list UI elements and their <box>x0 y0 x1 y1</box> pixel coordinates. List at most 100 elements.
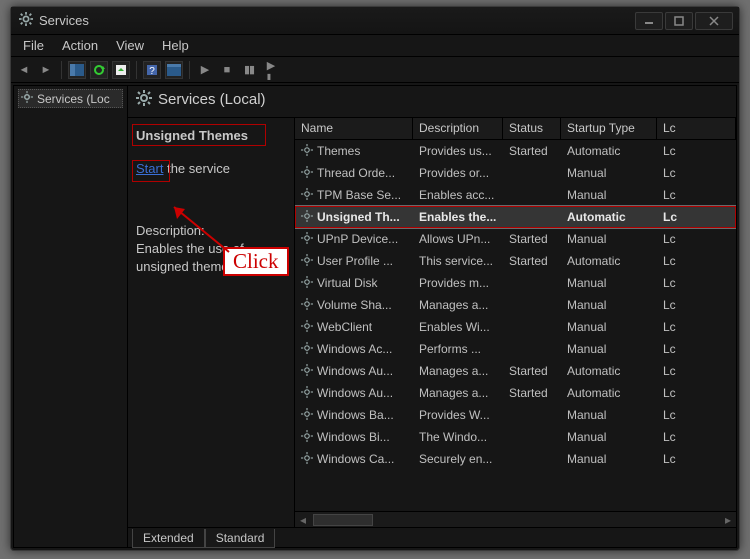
table-row[interactable]: Windows Au...Manages a...StartedAutomati… <box>295 360 736 382</box>
menu-view[interactable]: View <box>108 36 152 55</box>
tab-standard[interactable]: Standard <box>205 529 276 548</box>
gear-icon <box>301 408 313 423</box>
cell-name: Virtual Disk <box>295 276 413 291</box>
right-pane: Services (Local) Unsigned Themes Start t… <box>128 86 736 547</box>
cell-startup: Manual <box>561 342 657 356</box>
minimize-button[interactable] <box>635 12 663 30</box>
gear-icon <box>301 298 313 313</box>
cell-name: TPM Base Se... <box>295 188 413 203</box>
cell-name: UPnP Device... <box>295 232 413 247</box>
table-row[interactable]: Volume Sha...Manages a...ManualLc <box>295 294 736 316</box>
cell-startup: Automatic <box>561 144 657 158</box>
cell-description: The Windo... <box>413 430 503 444</box>
table-row[interactable]: Windows Au...Manages a...StartedAutomati… <box>295 382 736 404</box>
table-row[interactable]: User Profile ...This service...StartedAu… <box>295 250 736 272</box>
col-description[interactable]: Description <box>413 118 503 139</box>
cell-description: Performs ... <box>413 342 503 356</box>
cell-description: Provides or... <box>413 166 503 180</box>
horizontal-scrollbar[interactable]: ◂ ▸ <box>295 511 736 527</box>
menu-help[interactable]: Help <box>154 36 197 55</box>
back-button[interactable]: ◄ <box>15 61 33 79</box>
cell-status: Started <box>503 254 561 268</box>
cell-logon: Lc <box>657 320 736 334</box>
cell-name: Windows Ba... <box>295 408 413 423</box>
table-row[interactable]: Thread Orde...Provides or...ManualLc <box>295 162 736 184</box>
service-list: Name Description Status Startup Type Lc … <box>294 118 736 527</box>
properties-button[interactable] <box>165 61 183 79</box>
help-button[interactable]: ? <box>143 61 161 79</box>
cell-status: Started <box>503 386 561 400</box>
stop-service-button[interactable]: ■ <box>218 61 236 79</box>
service-description: Description: Enables the use of unsigned… <box>136 222 286 277</box>
cell-description: Manages a... <box>413 386 503 400</box>
cell-startup: Manual <box>561 276 657 290</box>
cell-startup: Automatic <box>561 364 657 378</box>
cell-logon: Lc <box>657 188 736 202</box>
cell-name: Thread Orde... <box>295 166 413 181</box>
tree-item-services-local[interactable]: Services (Loc <box>18 89 123 108</box>
cell-status: Started <box>503 144 561 158</box>
table-row[interactable]: TPM Base Se...Enables acc...ManualLc <box>295 184 736 206</box>
start-service-rest: the service <box>163 161 229 176</box>
details-pane-button[interactable] <box>68 61 86 79</box>
refresh-button[interactable] <box>90 61 108 79</box>
export-button[interactable] <box>112 61 130 79</box>
scroll-right-arrow[interactable]: ▸ <box>720 513 736 527</box>
cell-logon: Lc <box>657 430 736 444</box>
col-logon[interactable]: Lc <box>657 118 736 139</box>
cell-description: Provides us... <box>413 144 503 158</box>
titlebar[interactable]: Services <box>11 7 739 35</box>
cell-startup: Manual <box>561 408 657 422</box>
forward-button[interactable]: ► <box>37 61 55 79</box>
rows-container[interactable]: ThemesProvides us...StartedAutomaticLcTh… <box>295 140 736 511</box>
table-row[interactable]: UPnP Device...Allows UPn...StartedManual… <box>295 228 736 250</box>
menu-file[interactable]: File <box>15 36 52 55</box>
table-row[interactable]: ThemesProvides us...StartedAutomaticLc <box>295 140 736 162</box>
restart-service-button[interactable]: ▶▮ <box>262 61 280 79</box>
scroll-left-arrow[interactable]: ◂ <box>295 513 311 527</box>
cell-description: Allows UPn... <box>413 232 503 246</box>
tree-pane[interactable]: Services (Loc <box>14 86 128 547</box>
cell-description: Manages a... <box>413 298 503 312</box>
tab-extended[interactable]: Extended <box>132 529 205 548</box>
menubar: File Action View Help <box>11 35 739 57</box>
cell-description: This service... <box>413 254 503 268</box>
toolbar-divider <box>61 61 62 79</box>
table-row[interactable]: WebClientEnables Wi...ManualLc <box>295 316 736 338</box>
cell-logon: Lc <box>657 342 736 356</box>
gear-icon <box>301 232 313 247</box>
table-row[interactable]: Windows Ca...Securely en...ManualLc <box>295 448 736 470</box>
scroll-thumb[interactable] <box>313 514 373 526</box>
cell-logon: Lc <box>657 166 736 180</box>
cell-description: Securely en... <box>413 452 503 466</box>
table-row[interactable]: Windows Bi...The Windo...ManualLc <box>295 426 736 448</box>
table-row[interactable]: Virtual DiskProvides m...ManualLc <box>295 272 736 294</box>
view-tabs: Extended Standard <box>128 527 736 547</box>
toolbar: ◄ ► ? ▶ ■ ▮▮ ▶▮ <box>11 57 739 83</box>
services-window: Services File Action View Help ◄ ► ? ▶ ■… <box>10 6 740 551</box>
gear-icon <box>301 188 313 203</box>
pause-service-button[interactable]: ▮▮ <box>240 61 258 79</box>
maximize-button[interactable] <box>665 12 693 30</box>
gear-icon <box>301 452 313 467</box>
start-service-button[interactable]: ▶ <box>196 61 214 79</box>
col-name[interactable]: Name <box>295 118 413 139</box>
table-row[interactable]: Windows Ac...Performs ... ManualLc <box>295 338 736 360</box>
gear-icon <box>301 166 313 181</box>
cell-logon: Lc <box>657 298 736 312</box>
menu-action[interactable]: Action <box>54 36 106 55</box>
cell-description: Enables acc... <box>413 188 503 202</box>
cell-startup: Automatic <box>561 254 657 268</box>
col-startup-type[interactable]: Startup Type <box>561 118 657 139</box>
close-button[interactable] <box>695 12 733 30</box>
list-header-title: Services (Local) <box>158 91 266 108</box>
cell-logon: Lc <box>657 408 736 422</box>
cell-logon: Lc <box>657 276 736 290</box>
cell-name: Windows Ac... <box>295 342 413 357</box>
start-service-link[interactable]: Start <box>136 161 163 176</box>
table-row[interactable]: Windows Ba...Provides W...ManualLc <box>295 404 736 426</box>
col-status[interactable]: Status <box>503 118 561 139</box>
toolbar-divider <box>136 61 137 79</box>
cell-startup: Manual <box>561 232 657 246</box>
main-body: Services (Loc Services (Local) Unsigned … <box>13 85 737 548</box>
